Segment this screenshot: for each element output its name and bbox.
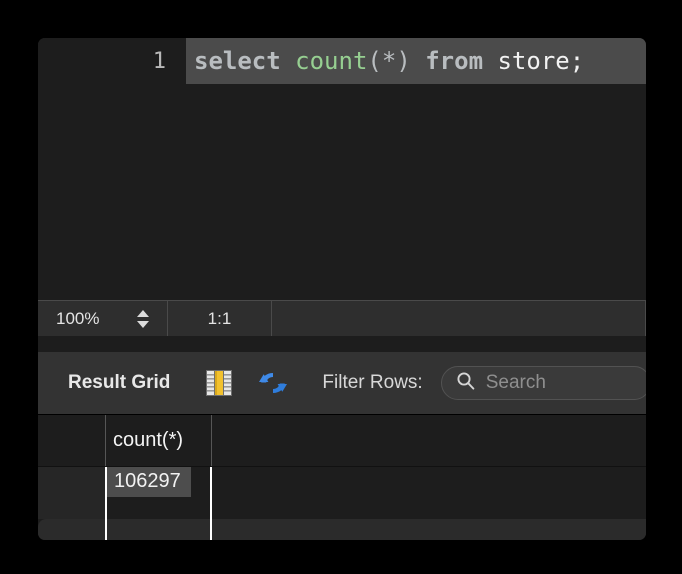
status-bar-spacer [272, 301, 646, 336]
toolbar-gap-strip [38, 336, 646, 352]
stepper-up-down-icon[interactable] [135, 308, 151, 330]
search-icon [456, 371, 475, 395]
result-grid-title: Result Grid [68, 372, 171, 393]
grid-cell-value[interactable]: 106297 [107, 467, 191, 497]
sql-keyword-select: select [194, 47, 281, 75]
zoom-level-value: 100% [56, 308, 100, 328]
line-number-gutter: 1 [38, 38, 186, 84]
sql-table-name: store [497, 47, 570, 75]
grid-header-cell-count[interactable]: count(*) [105, 415, 212, 466]
row-header-cell-new[interactable] [38, 519, 105, 540]
sql-editor[interactable]: 1 select count(*) from store; [38, 38, 646, 300]
editor-empty-area[interactable] [38, 84, 646, 300]
table-row[interactable]: 106297 [38, 467, 646, 519]
line-number: 1 [152, 48, 166, 74]
sql-space-1 [281, 47, 295, 75]
gutter-fill [38, 84, 186, 300]
grid-header-filler [212, 415, 646, 466]
sql-paren-close: ) [396, 47, 411, 75]
table-row[interactable] [38, 519, 646, 540]
grid-columns-icon[interactable] [202, 366, 236, 400]
refresh-arrows-svg [259, 373, 288, 393]
grid-cell-count[interactable]: 106297 [105, 467, 212, 519]
ratio-value: 1:1 [207, 308, 232, 328]
zoom-level-control[interactable]: 100% [38, 301, 168, 336]
editor-line-1[interactable]: 1 select count(*) from store; [38, 38, 646, 84]
filter-search-box[interactable] [440, 366, 646, 400]
sql-function-count: count [295, 47, 368, 75]
filter-rows-label: Filter Rows: [322, 372, 423, 393]
sql-space-3 [483, 47, 497, 75]
sql-star: * [381, 47, 397, 75]
grid-row-filler [212, 467, 646, 519]
sql-space-2 [411, 47, 425, 75]
refresh-icon[interactable] [256, 366, 290, 400]
result-grid-toolbar: Result Grid Filter Rows: Search [38, 352, 646, 414]
grid-header-row: count(*) [38, 415, 646, 467]
editor-status-bar: 100% 1:1 [38, 300, 646, 336]
grid-header-rownum-cell [38, 415, 105, 466]
sql-paren-open: ( [367, 47, 382, 75]
sql-semicolon: ; [569, 47, 585, 75]
sql-result-window: 1 select count(*) from store; 100% 1:1 R… [38, 38, 646, 540]
grid-columns-svg [206, 370, 233, 396]
results-grid[interactable]: count(*) 106297 [38, 414, 646, 540]
ratio-indicator: 1:1 [168, 301, 272, 336]
row-header-cell[interactable] [38, 467, 105, 519]
grid-cell-new[interactable] [105, 519, 212, 540]
search-input[interactable] [485, 372, 636, 394]
editor-line-content[interactable]: select count(*) from store; [186, 38, 646, 84]
search-magnifier-svg [457, 372, 475, 390]
stepper-arrows-svg [137, 309, 149, 328]
sql-keyword-from: from [425, 47, 484, 75]
grid-row-filler-2 [212, 519, 646, 540]
